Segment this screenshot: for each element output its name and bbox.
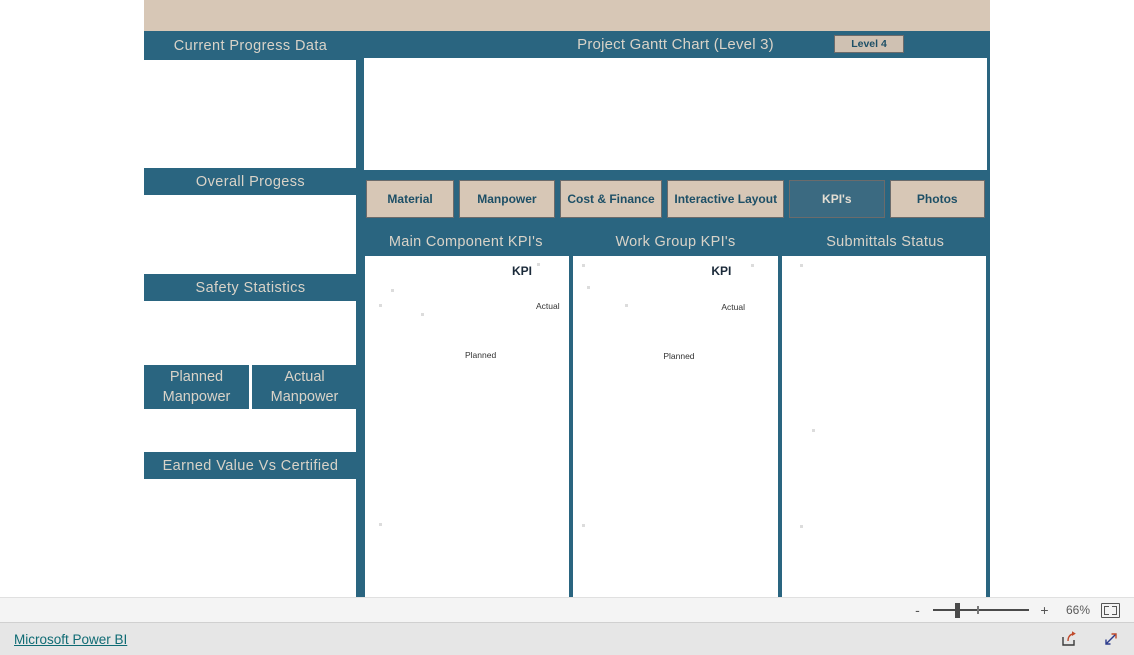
zoom-slider-midtick <box>977 606 979 614</box>
panel-title-overall-progess: Overall Progess <box>144 168 357 195</box>
right-visual-column: Project Gantt Chart (Level 3) Level 4 Ma… <box>361 31 990 597</box>
visual-submittals-status[interactable] <box>777 256 990 597</box>
panel-title-earned-value-vs-certified: Earned Value Vs Certified <box>144 452 357 479</box>
zoom-in-button[interactable]: + <box>1040 603 1049 617</box>
planned-manpower-line2: Manpower <box>162 389 231 405</box>
panel-overall-progess[interactable]: Overall Progess <box>144 168 357 274</box>
gantt-chart-area[interactable] <box>361 58 990 170</box>
left-visual-column: Current Progress Data Overall Progess Sa… <box>144 31 357 597</box>
gauge-tick-dot <box>582 524 586 527</box>
microsoft-power-bi-link[interactable]: Microsoft Power BI <box>14 632 127 647</box>
tab-cost-and-finance[interactable]: Cost & Finance <box>559 180 663 218</box>
workgroup-kpi-planned-label: Planned <box>663 351 695 361</box>
actual-manpower-line2: Manpower <box>270 389 339 405</box>
gauge-tick-dot <box>379 523 382 526</box>
workgroup-kpi-gauge-title: KPI <box>711 264 732 278</box>
report-footer: Microsoft Power BI <box>0 623 1134 655</box>
report-top-banner <box>144 0 990 31</box>
kpi-visual-row: KPI Actual Planned KPI Actual Planned <box>361 256 990 597</box>
visual-marker-dot <box>811 429 815 432</box>
gauge-tick-dot <box>391 289 394 292</box>
fit-to-page-icon[interactable] <box>1101 602 1120 618</box>
level-4-button[interactable]: Level 4 <box>834 35 904 53</box>
panel-title-current-progress-data: Current Progress Data <box>144 31 357 60</box>
tab-manpower[interactable]: Manpower <box>459 180 555 218</box>
header-main-component-kpis: Main Component KPI's <box>388 234 543 250</box>
visual-main-component-kpi-gauge[interactable]: KPI Actual Planned <box>361 256 570 597</box>
zoom-status-bar: - + 66% <box>0 597 1134 623</box>
manpower-panel-body[interactable] <box>144 409 357 452</box>
panel-safety-statistics[interactable]: Safety Statistics <box>144 274 357 365</box>
actual-manpower-line1: Actual <box>284 369 325 385</box>
tab-interactive-layout[interactable]: Interactive Layout <box>667 180 785 218</box>
main-kpi-actual-label: Actual <box>536 301 560 311</box>
gauge-tick-dot <box>421 313 424 316</box>
zoom-slider[interactable] <box>933 603 1029 618</box>
share-icon[interactable] <box>1060 630 1078 648</box>
planned-manpower-line1: Planned <box>169 369 224 385</box>
footer-icon-group <box>1060 630 1120 648</box>
gauge-tick-dot <box>587 286 591 289</box>
tab-photos[interactable]: Photos <box>889 180 985 218</box>
gauge-tick-dot <box>625 304 629 307</box>
navigation-tab-strip: Material Manpower Cost & Finance Interac… <box>361 170 990 228</box>
manpower-button-group: Planned Manpower Actual Manpower <box>144 365 357 409</box>
panel-body-safety-statistics[interactable] <box>144 301 357 365</box>
header-work-group-kpis: Work Group KPI's <box>615 234 736 250</box>
header-submittals-status: Submittals Status <box>826 234 945 250</box>
visual-marker-dot <box>799 264 803 267</box>
main-kpi-gauge-title: KPI <box>512 264 533 278</box>
gauge-tick-dot <box>537 263 540 266</box>
fullscreen-icon[interactable] <box>1102 630 1120 648</box>
workgroup-kpi-actual-label: Actual <box>721 302 745 312</box>
panel-current-progress-data[interactable]: Current Progress Data <box>144 31 357 168</box>
gauge-tick-dot <box>582 264 586 267</box>
gauge-tick-dot <box>379 304 382 307</box>
report-canvas: Current Progress Data Overall Progess Sa… <box>144 0 990 597</box>
main-kpi-planned-label: Planned <box>465 350 497 360</box>
gantt-header-bar: Project Gantt Chart (Level 3) Level 4 <box>361 31 990 58</box>
zoom-out-button[interactable]: - <box>913 603 922 617</box>
gantt-chart-title: Project Gantt Chart (Level 3) <box>577 36 774 53</box>
zoom-slider-thumb[interactable] <box>955 603 960 618</box>
tab-kpis[interactable]: KPI's <box>789 180 885 218</box>
visual-marker-dot <box>799 525 803 528</box>
visual-work-group-kpi-gauge[interactable]: KPI Actual Planned <box>569 256 778 597</box>
panel-earned-value-vs-certified[interactable]: Earned Value Vs Certified <box>144 452 357 597</box>
zoom-level-label: 66% <box>1065 603 1090 617</box>
tab-material[interactable]: Material <box>366 180 455 218</box>
zoom-slider-track <box>933 609 1029 611</box>
button-actual-manpower[interactable]: Actual Manpower <box>252 365 357 409</box>
power-bi-report-viewer: Current Progress Data Overall Progess Sa… <box>0 0 1134 655</box>
panel-body-earned-value-vs-certified[interactable] <box>144 479 357 597</box>
gauge-tick-dot <box>751 264 755 267</box>
button-planned-manpower[interactable]: Planned Manpower <box>144 365 249 409</box>
panel-body-current-progress-data[interactable] <box>144 60 357 168</box>
panel-title-safety-statistics: Safety Statistics <box>144 274 357 301</box>
kpi-section-header-row: Main Component KPI's Work Group KPI's Su… <box>361 228 990 256</box>
panel-body-overall-progess[interactable] <box>144 195 357 274</box>
